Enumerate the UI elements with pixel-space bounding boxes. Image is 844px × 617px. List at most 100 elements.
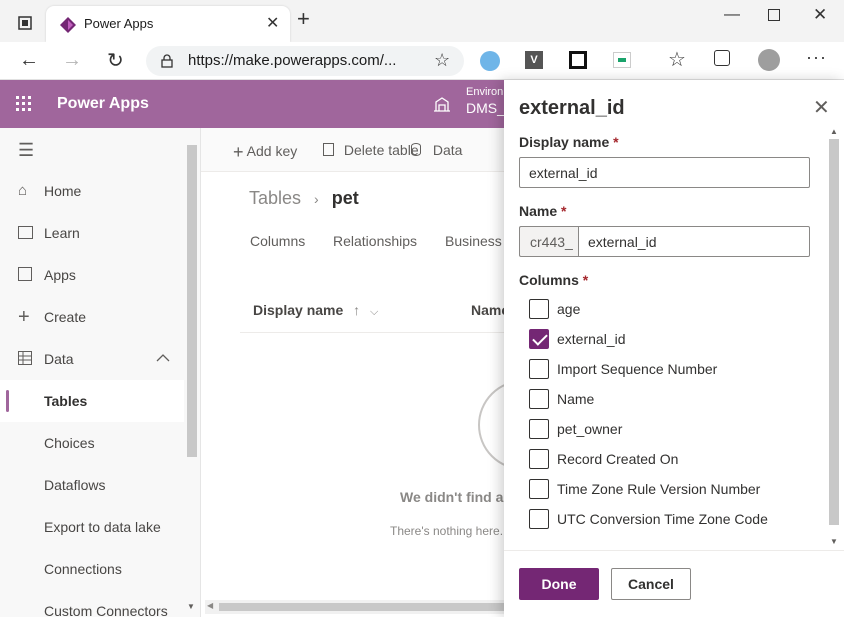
delete-table-button[interactable]: Delete table [323, 142, 419, 158]
close-window-icon[interactable]: ✕ [813, 5, 827, 25]
app-launcher-icon[interactable] [16, 96, 32, 112]
required-marker: * [582, 272, 589, 288]
horizontal-scrollbar[interactable]: ◀ [205, 600, 504, 614]
checkbox-label: external_id [557, 331, 626, 347]
sidebar-item-home[interactable]: ⌂ Home [0, 170, 184, 212]
tab-columns[interactable]: Columns [250, 233, 305, 249]
name-field[interactable]: external_id [578, 226, 810, 257]
trash-icon [323, 143, 334, 156]
collections-icon[interactable] [714, 50, 730, 66]
minimize-icon[interactable]: — [724, 6, 740, 24]
sidebar-item-connections[interactable]: Connections [0, 548, 184, 590]
new-tab-icon[interactable]: + [297, 8, 310, 30]
browser-tab[interactable]: Power Apps ✕ [46, 6, 290, 42]
display-name-field[interactable]: external_id [519, 157, 810, 188]
address-bar[interactable]: https://make.powerapps.com/... ☆ [146, 46, 464, 76]
columns-label: Columns * [519, 272, 588, 288]
display-name-label-text: Display name [519, 134, 610, 150]
back-icon[interactable]: ← [19, 49, 39, 72]
url-text: https://make.powerapps.com/... [188, 52, 397, 69]
checkbox[interactable] [529, 509, 549, 529]
checkbox[interactable] [529, 359, 549, 379]
column-checkbox-pet-owner[interactable]: pet_owner [529, 419, 809, 439]
sidebar-item-choices[interactable]: Choices [0, 422, 184, 464]
sidebar-item-tables[interactable]: Tables [0, 380, 184, 422]
panel-scrollbar[interactable]: ▲ ▼ [828, 127, 840, 549]
scroll-up-arrow-icon[interactable]: ▲ [830, 127, 838, 136]
forward-icon[interactable]: → [62, 49, 82, 72]
sidebar-item-label: Learn [44, 225, 80, 241]
refresh-icon[interactable]: ↻ [107, 48, 124, 73]
scroll-down-arrow-icon[interactable]: ▼ [187, 602, 195, 611]
environment-name[interactable]: DMS_ [466, 100, 505, 116]
window-menu-icon[interactable] [18, 16, 32, 30]
scroll-down-arrow-icon[interactable]: ▼ [830, 537, 838, 546]
tab-relationships[interactable]: Relationships [333, 233, 417, 249]
tab-title: Power Apps [84, 16, 154, 31]
sidebar-item-create[interactable]: + Create [0, 296, 184, 338]
checkbox[interactable] [529, 419, 549, 439]
column-header-display-name[interactable]: Display name ↑ ⌵ [253, 302, 378, 319]
favorite-add-icon[interactable]: ☆ [434, 50, 450, 71]
sidebar-item-apps[interactable]: Apps [0, 254, 184, 296]
more-icon[interactable]: ··· [806, 47, 827, 68]
column-checkbox-age[interactable]: age [529, 299, 809, 319]
checkbox-label: Record Created On [557, 451, 679, 467]
extension-square-icon[interactable] [569, 51, 587, 69]
sidebar-item-data[interactable]: Data [0, 338, 184, 380]
panel-title: external_id [519, 97, 625, 119]
sidebar-item-custom-connectors[interactable]: Custom Connectors [0, 590, 184, 617]
required-marker: * [561, 203, 567, 219]
add-key-button[interactable]: + Add key [233, 142, 297, 163]
sidebar-item-dataflows[interactable]: Dataflows [0, 464, 184, 506]
breadcrumb-tables[interactable]: Tables [249, 188, 301, 208]
sidebar-item-export-to-data-lake[interactable]: Export to data lake [0, 506, 184, 548]
scroll-left-arrow-icon[interactable]: ◀ [207, 601, 213, 610]
checkbox[interactable] [529, 479, 549, 499]
done-button[interactable]: Done [519, 568, 599, 600]
app-title[interactable]: Power Apps [57, 95, 149, 113]
checkbox[interactable] [529, 449, 549, 469]
column-checkbox-name[interactable]: Name [529, 389, 809, 409]
extension-icon[interactable] [480, 51, 500, 71]
add-key-label: Add key [246, 143, 298, 159]
checkbox-label: Time Zone Rule Version Number [557, 481, 761, 497]
display-name-value: external_id [529, 165, 598, 181]
breadcrumb-current: pet [331, 188, 359, 208]
header-divider [240, 332, 504, 333]
sort-ascending-icon: ↑ [353, 302, 361, 318]
checkbox[interactable] [529, 389, 549, 409]
sidebar-item-learn[interactable]: Learn [0, 212, 184, 254]
extension-v-icon[interactable]: V [525, 51, 543, 69]
horizontal-scrollbar-thumb[interactable] [219, 603, 504, 611]
cancel-button[interactable]: Cancel [611, 568, 691, 600]
checkbox[interactable] [529, 299, 549, 319]
maximize-icon[interactable] [768, 9, 780, 21]
tab-business[interactable]: Business [445, 233, 502, 249]
column-checkbox-time-zone-rule-version-number[interactable]: Time Zone Rule Version Number [529, 479, 809, 499]
extension-green-icon[interactable] [613, 52, 631, 68]
favorites-icon[interactable]: ☆ [668, 47, 686, 72]
powerapps-logo-icon [60, 17, 76, 33]
checkbox-label: age [557, 301, 581, 317]
close-icon[interactable]: ✕ [813, 98, 830, 118]
hamburger-menu-icon[interactable]: ☰ [18, 140, 34, 161]
lock-icon [161, 54, 173, 68]
sidebar-item-label: Tables [44, 393, 88, 409]
name-value: external_id [588, 234, 657, 250]
command-bar: + Add key Delete table Data [201, 128, 504, 172]
column-checkbox-utc-conversion-time-zone-code[interactable]: UTC Conversion Time Zone Code [529, 509, 809, 529]
chevron-down-icon: ⌵ [370, 306, 379, 318]
left-navigation: ☰ ⌂ Home Learn Apps + Create Data Tables… [0, 128, 201, 617]
profile-icon[interactable] [758, 49, 780, 71]
column-checkbox-external-id[interactable]: external_id [529, 329, 809, 349]
panel-scrollbar-thumb[interactable] [829, 139, 839, 525]
column-checkbox-record-created-on[interactable]: Record Created On [529, 449, 809, 469]
data-menu-button[interactable]: Data [411, 142, 462, 158]
plus-icon: + [18, 306, 30, 328]
sidebar-scrollbar-thumb[interactable] [187, 145, 197, 457]
close-tab-icon[interactable]: ✕ [266, 13, 279, 33]
data-menu-label: Data [432, 142, 463, 158]
checkbox-checked[interactable] [529, 329, 549, 349]
column-checkbox-import-sequence-number[interactable]: Import Sequence Number [529, 359, 809, 379]
